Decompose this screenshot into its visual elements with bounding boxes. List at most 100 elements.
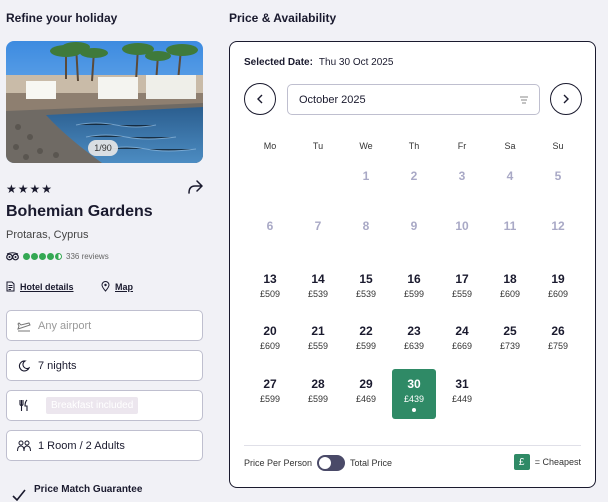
nights-field[interactable]: 7 nights xyxy=(6,350,203,381)
selected-date: Selected Date: Thu 30 Oct 2025 xyxy=(244,57,394,68)
weekday-header: Fr xyxy=(457,141,467,151)
day-number: 7 xyxy=(314,219,322,233)
day-number: 27 xyxy=(263,377,277,391)
calendar-day[interactable]: 14 £539 xyxy=(296,264,340,314)
day-number: 22 xyxy=(359,324,373,338)
share-icon[interactable] xyxy=(187,180,203,194)
calendar-day[interactable]: 18 £609 xyxy=(488,264,532,314)
day-price: £739 xyxy=(499,341,521,351)
day-number: 31 xyxy=(455,377,469,391)
next-month-button[interactable] xyxy=(550,83,582,115)
board-value: Breakfast included xyxy=(46,397,139,414)
day-number: 28 xyxy=(311,377,325,391)
calendar-day: 7 xyxy=(296,211,340,261)
day-number: 21 xyxy=(311,324,325,338)
airport-field[interactable]: Any airport xyxy=(6,310,203,341)
day-number: 20 xyxy=(263,324,277,338)
day-number: 2 xyxy=(410,169,418,183)
calendar-day[interactable]: 29 £469 xyxy=(344,369,388,419)
day-price: £669 xyxy=(451,341,473,351)
calendar-day: 10 xyxy=(440,211,484,261)
price-availability-title: Price & Availability xyxy=(229,11,337,25)
day-price: £559 xyxy=(451,289,473,299)
cheapest-legend: £ = Cheapest xyxy=(513,454,581,470)
day-number: 9 xyxy=(410,219,418,233)
day-price: £609 xyxy=(259,341,281,351)
day-number: 15 xyxy=(359,272,373,286)
day-price: £639 xyxy=(403,341,425,351)
calendar-day[interactable]: 27 £599 xyxy=(248,369,292,419)
calendar-day[interactable]: 25 £739 xyxy=(488,316,532,366)
review-rating[interactable]: 336 reviews xyxy=(6,250,109,262)
calendar-day[interactable]: 15 £539 xyxy=(344,264,388,314)
day-number: 5 xyxy=(554,169,562,183)
day-number: 29 xyxy=(359,377,373,391)
reviews-count: 336 reviews xyxy=(66,251,109,261)
weekday-header: Su xyxy=(552,141,564,151)
day-number: 3 xyxy=(458,169,466,183)
calendar-day: 4 xyxy=(488,161,532,211)
calendar-day[interactable]: 31 £449 xyxy=(440,369,484,419)
board-field[interactable]: Breakfast included xyxy=(6,390,203,421)
document-icon xyxy=(6,281,15,292)
price-toggle-switch[interactable] xyxy=(317,455,346,471)
calendar-day[interactable]: 26 £759 xyxy=(536,316,580,366)
day-price: £759 xyxy=(547,341,569,351)
rating-dots xyxy=(23,252,62,260)
weekday-header: We xyxy=(359,141,373,151)
calendar-day[interactable]: 17 £559 xyxy=(440,264,484,314)
day-price: £539 xyxy=(307,289,329,299)
prev-month-button[interactable] xyxy=(244,83,276,115)
calendar-day[interactable]: 23 £639 xyxy=(392,316,436,366)
calendar-day: 12 xyxy=(536,211,580,261)
calendar-day[interactable]: 20 £609 xyxy=(248,316,292,366)
calendar-day: 11 xyxy=(488,211,532,261)
hotel-details-link[interactable]: Hotel details xyxy=(6,281,74,292)
chevron-right-icon xyxy=(563,94,569,104)
day-number: 23 xyxy=(407,324,421,338)
calendar-day[interactable]: 28 £599 xyxy=(296,369,340,419)
calendar-day[interactable]: 13 £509 xyxy=(248,264,292,314)
cheapest-swatch: £ xyxy=(513,454,530,470)
map-link[interactable]: Map xyxy=(101,281,133,292)
day-number: 17 xyxy=(455,272,469,286)
calendar-day[interactable]: 22 £599 xyxy=(344,316,388,366)
day-price: £599 xyxy=(259,394,281,404)
day-price: £539 xyxy=(355,289,377,299)
day-number: 13 xyxy=(263,272,277,286)
price-mode-toggle[interactable]: Price Per Person Total Price xyxy=(244,455,392,471)
day-number: 6 xyxy=(266,219,274,233)
calendar-day: 3 xyxy=(440,161,484,211)
day-number: 8 xyxy=(362,219,370,233)
calendar-day-selected[interactable]: 30 £439 xyxy=(392,369,436,419)
cutlery-icon xyxy=(17,399,31,413)
day-number: 26 xyxy=(551,324,565,338)
weekday-header: Th xyxy=(408,141,420,151)
day-price: £449 xyxy=(451,394,473,404)
people-icon xyxy=(17,439,31,453)
price-per-person-label: Price Per Person xyxy=(244,458,313,468)
calendar-day: 5 xyxy=(536,161,580,211)
refine-title: Refine your holiday xyxy=(6,11,118,25)
divider xyxy=(244,445,581,446)
day-number: 18 xyxy=(503,272,517,286)
day-number: 12 xyxy=(551,219,565,233)
day-number: 14 xyxy=(311,272,325,286)
check-icon xyxy=(12,489,26,501)
calendar-day: 6 xyxy=(248,211,292,261)
day-number: 25 xyxy=(503,324,517,338)
calendar-day[interactable]: 21 £559 xyxy=(296,316,340,366)
day-price: £609 xyxy=(499,289,521,299)
calendar-day[interactable]: 24 £669 xyxy=(440,316,484,366)
month-select[interactable]: October 2025 xyxy=(287,84,540,115)
selected-indicator xyxy=(412,408,416,412)
map-pin-icon xyxy=(101,281,110,292)
star-rating: ★★★★ xyxy=(6,182,54,196)
calendar-day[interactable]: 16 £599 xyxy=(392,264,436,314)
day-number: 30 xyxy=(407,377,421,391)
calendar-day[interactable]: 19 £609 xyxy=(536,264,580,314)
cheapest-label: = Cheapest xyxy=(534,457,581,467)
day-number: 19 xyxy=(551,272,565,286)
room-field[interactable]: 1 Room / 2 Adults xyxy=(6,430,203,461)
day-price: £599 xyxy=(307,394,329,404)
